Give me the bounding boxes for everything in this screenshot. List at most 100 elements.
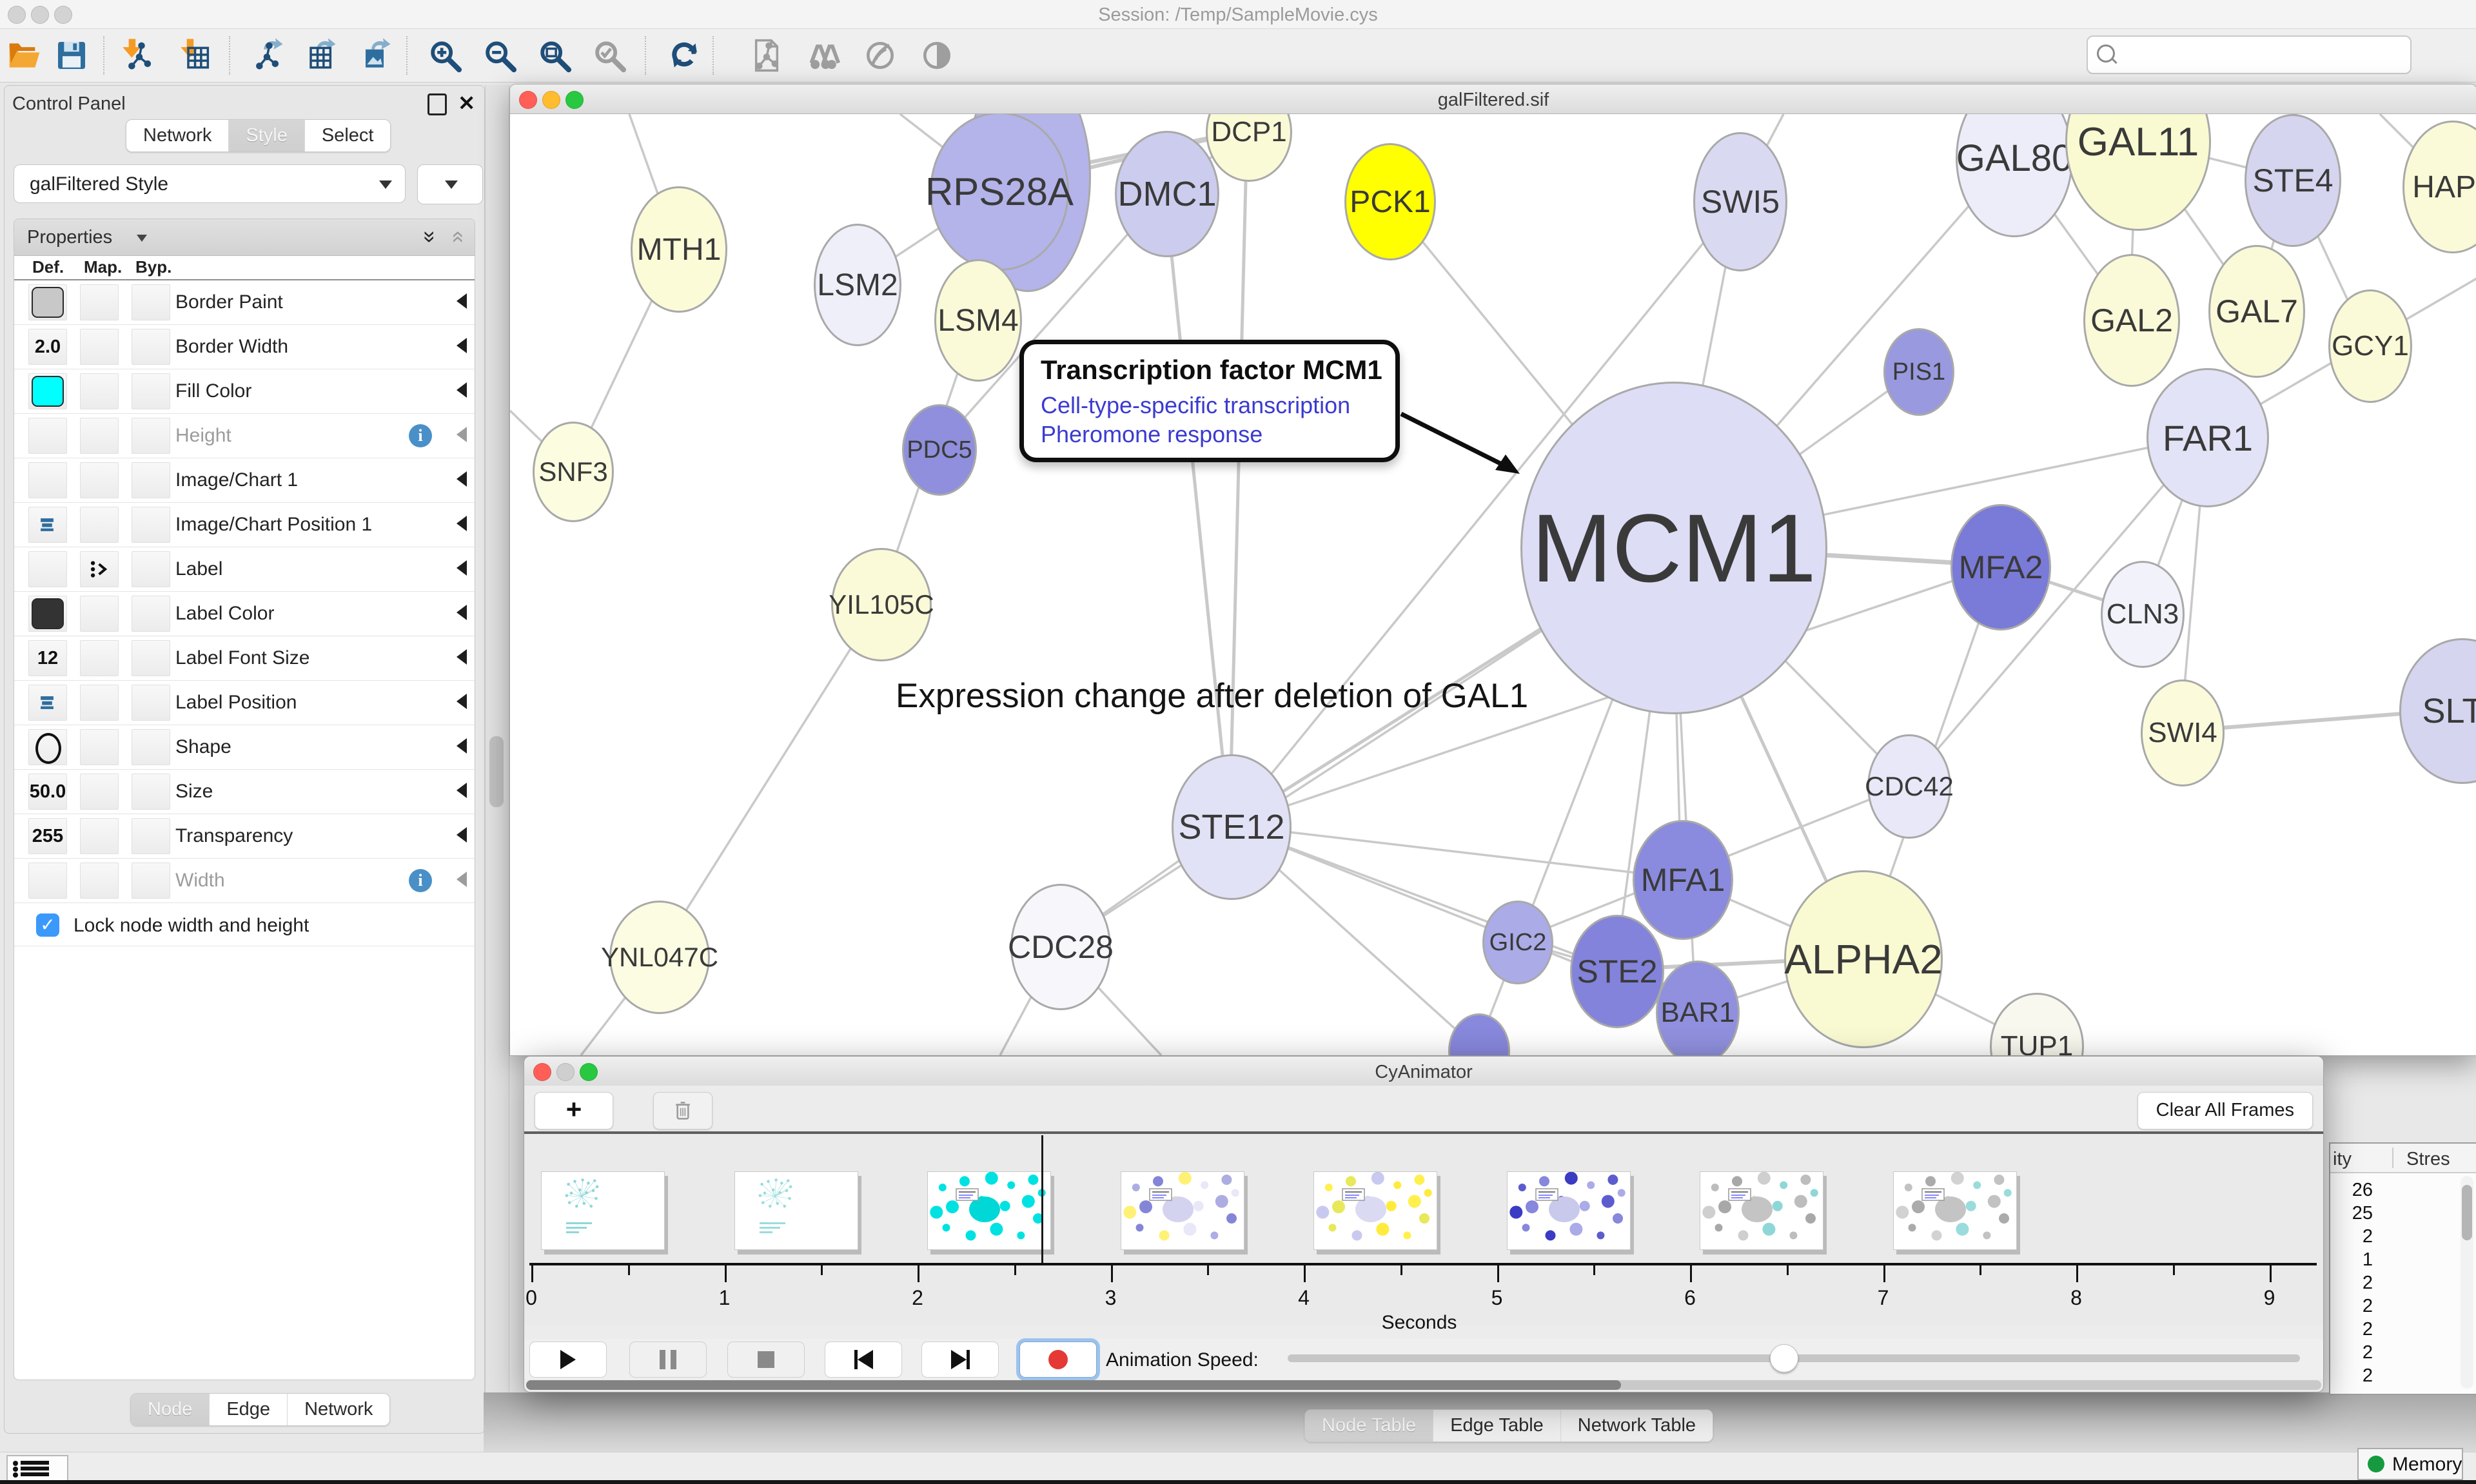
network-canvas[interactable]: DCP1RPS28ADMC1PCK1MTH1LSM2LSM4SNF3PDC5YI… [510,114,2476,1055]
slider-thumb[interactable] [1770,1344,1798,1372]
collapse-arrow-icon[interactable] [457,694,467,709]
bypass-cell[interactable] [132,329,170,365]
network-node-pdc5[interactable]: PDC5 [902,404,977,496]
collapse-arrow-icon[interactable] [457,827,467,843]
tab-node[interactable]: Node [131,1394,210,1425]
animation-frame-7[interactable] [1893,1171,2017,1250]
table-cell-value[interactable]: 2 [2330,1365,2373,1387]
network-node-ynl047c[interactable]: YNL047C [609,901,710,1014]
column-divider[interactable] [2392,1147,2393,1168]
bypass-cell[interactable] [132,685,170,721]
collapse-arrow-icon[interactable] [457,516,467,531]
network-node-ste4[interactable]: STE4 [2245,114,2341,247]
default-cell[interactable] [28,462,67,498]
task-history-button[interactable] [6,1455,68,1482]
animation-frame-6[interactable] [1700,1171,1823,1250]
float-panel-icon[interactable] [427,93,447,115]
import-table-icon[interactable] [179,37,215,73]
mapping-cell[interactable] [80,284,119,320]
table-cell-value[interactable]: 2 [2330,1342,2373,1363]
default-cell[interactable]: 2.0 [28,329,67,365]
bypass-cell[interactable] [132,774,170,810]
network-node-gic2[interactable]: GIC2 [1482,901,1553,984]
collapse-arrow-icon[interactable] [457,783,467,798]
collapse-arrow-icon[interactable] [457,382,467,398]
bypass-cell[interactable] [132,284,170,320]
default-cell[interactable]: 50.0 [28,774,67,810]
bypass-cell[interactable] [132,640,170,676]
collapse-arrow-icon[interactable] [457,605,467,620]
export-network-icon[interactable] [249,37,285,73]
import-network-icon[interactable] [121,37,157,73]
save-session-icon[interactable] [54,37,90,73]
search-input[interactable] [2087,35,2412,74]
table-cell-value[interactable]: 2 [2330,1273,2373,1294]
pause-button[interactable] [629,1342,707,1378]
mapping-cell[interactable] [80,729,119,765]
default-cell[interactable] [28,373,67,409]
column-header[interactable]: Stres [2406,1149,2450,1170]
network-node-mth1[interactable]: MTH1 [631,186,727,313]
tab-edge-table[interactable]: Edge Table [1433,1410,1561,1441]
timeline-playhead[interactable] [1041,1135,1043,1263]
properties-header[interactable]: Properties » » [14,219,475,256]
zoom-fit-icon[interactable] [537,37,573,73]
collapse-arrow-icon[interactable] [457,872,467,887]
animation-frame-0[interactable] [541,1171,665,1250]
default-cell[interactable] [28,863,67,899]
mapping-cell[interactable] [80,329,119,365]
default-cell[interactable]: 12 [28,640,67,676]
annotation-link[interactable]: Pheromone response [1041,420,1379,449]
default-cell[interactable] [28,284,67,320]
bypass-cell[interactable] [132,373,170,409]
mapping-cell[interactable] [80,418,119,454]
zoom-out-icon[interactable] [482,37,518,73]
export-table-icon[interactable] [302,37,338,73]
info-icon[interactable]: i [409,869,432,892]
bypass-cell[interactable] [132,596,170,632]
default-cell[interactable] [28,551,67,587]
export-image-icon[interactable] [357,37,393,73]
refresh-view-icon[interactable] [666,37,702,73]
network-edge[interactable] [658,603,879,955]
network-node-pis1[interactable]: PIS1 [1883,328,1954,416]
search-network-icon[interactable] [805,37,841,73]
network-edge[interactable] [1230,130,1247,825]
annotation-link[interactable]: Cell-type-specific transcription [1041,391,1379,420]
record-button[interactable] [1019,1342,1097,1378]
network-node-cln3[interactable]: CLN3 [2101,561,2185,668]
network-node-rps28a[interactable]: RPS28A [930,114,1069,271]
memory-button[interactable]: Memory [2357,1448,2463,1480]
network-node-alpha2[interactable]: ALPHA2 [1784,870,1943,1048]
tab-select[interactable]: Select [305,120,391,151]
mapping-cell[interactable] [80,596,119,632]
bypass-cell[interactable] [132,551,170,587]
style-selector[interactable]: galFiltered Style [14,164,406,203]
default-cell[interactable] [28,729,67,765]
animation-speed-slider[interactable] [1288,1354,2300,1362]
vertical-scrollbar[interactable] [2461,1176,2473,1389]
network-node-swi4[interactable]: SWI4 [2141,679,2225,786]
network-node-cdc42[interactable]: CDC42 [1867,734,1951,839]
table-cell-value[interactable]: 2 [2330,1319,2373,1340]
info-icon[interactable]: i [409,424,432,447]
open-session-icon[interactable] [6,37,43,73]
play-button[interactable] [529,1342,607,1378]
divider-scrollbar[interactable] [489,736,504,807]
table-cell-value[interactable]: 26 [2330,1180,2373,1201]
network-node-gcy1[interactable]: GCY1 [2328,289,2412,403]
bypass-cell[interactable] [132,462,170,498]
default-cell[interactable] [28,685,67,721]
collapse-arrow-icon[interactable] [457,560,467,576]
network-edge[interactable] [1165,192,1230,825]
tab-node-table[interactable]: Node Table [1305,1410,1433,1441]
bypass-cell[interactable] [132,863,170,899]
zoom-in-icon[interactable] [427,37,464,73]
network-node-yil105c[interactable]: YIL105C [831,548,932,661]
network-node-gal7[interactable]: GAL7 [2208,245,2305,378]
animation-frame-3[interactable] [1121,1171,1244,1250]
default-cell[interactable] [28,596,67,632]
close-panel-icon[interactable]: ✕ [458,91,475,115]
tab-network[interactable]: Network [126,120,229,151]
network-node-cdc28[interactable]: CDC28 [1010,884,1111,1010]
